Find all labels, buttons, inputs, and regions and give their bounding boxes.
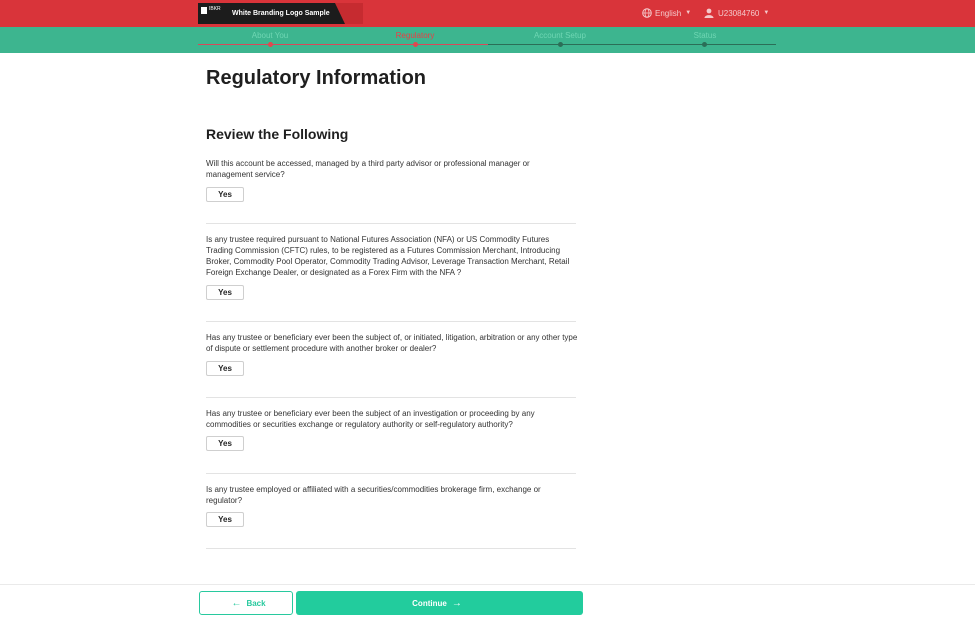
step-regulatory[interactable]: Regulatory [355,31,475,40]
arrow-left-icon: ← [231,597,242,609]
question-3-text: Has any trustee or beneficiary ever been… [206,333,578,353]
step-status[interactable]: Status [645,31,765,40]
footer-divider [0,584,975,585]
back-label: Back [246,598,266,608]
question-2-text: Is any trustee required pursuant to Nati… [206,235,570,277]
continue-label: Continue [412,598,447,608]
question-1-yes-button[interactable]: Yes [206,187,244,202]
step-dot-account-setup [558,42,563,47]
divider [206,473,576,474]
page-title: Regulatory Information [206,67,427,89]
chevron-down-icon: ▼ [763,10,770,16]
continue-button[interactable]: Continue → [296,591,583,615]
logo-mark-icon [201,7,207,14]
back-button[interactable]: ← Back [199,591,293,615]
question-4-text: Has any trustee or beneficiary ever been… [206,409,535,429]
top-bar: IBKR White Branding Logo Sample English … [0,0,975,27]
question-5-text: Is any trustee employed or affiliated wi… [206,485,541,505]
user-icon [704,8,714,18]
progress-track-done [198,44,488,45]
question-5-yes-button[interactable]: Yes [206,512,244,527]
divider [206,397,576,398]
step-dot-about-you [268,42,273,47]
arrow-right-icon: → [451,597,462,609]
progress-track [488,44,776,45]
progress-stepper: About You Regulatory Account Setup Statu… [0,27,975,53]
language-label: English [655,8,682,18]
username: U23084760 [718,8,760,18]
language-selector[interactable]: English ▼ [642,6,691,20]
divider [206,548,576,549]
logo-text: White Branding Logo Sample [232,10,330,17]
step-about-you[interactable]: About You [210,31,330,40]
step-dot-regulatory [413,42,418,47]
divider [206,223,576,224]
globe-icon [642,8,652,18]
question-4-yes-button[interactable]: Yes [206,436,244,451]
question-1-text: Will this account be accessed, managed b… [206,159,530,179]
step-dot-status [702,42,707,47]
question-2-yes-button[interactable]: Yes [206,285,244,300]
chevron-down-icon: ▼ [685,10,692,16]
logo-small-text: IBKR [209,6,221,12]
question-3-yes-button[interactable]: Yes [206,361,244,376]
user-menu[interactable]: U23084760 ▼ [704,6,769,20]
section-title: Review the Following [206,126,349,142]
brand-logo[interactable]: IBKR White Branding Logo Sample [198,3,363,24]
divider [206,321,576,322]
step-account-setup[interactable]: Account Setup [500,31,620,40]
